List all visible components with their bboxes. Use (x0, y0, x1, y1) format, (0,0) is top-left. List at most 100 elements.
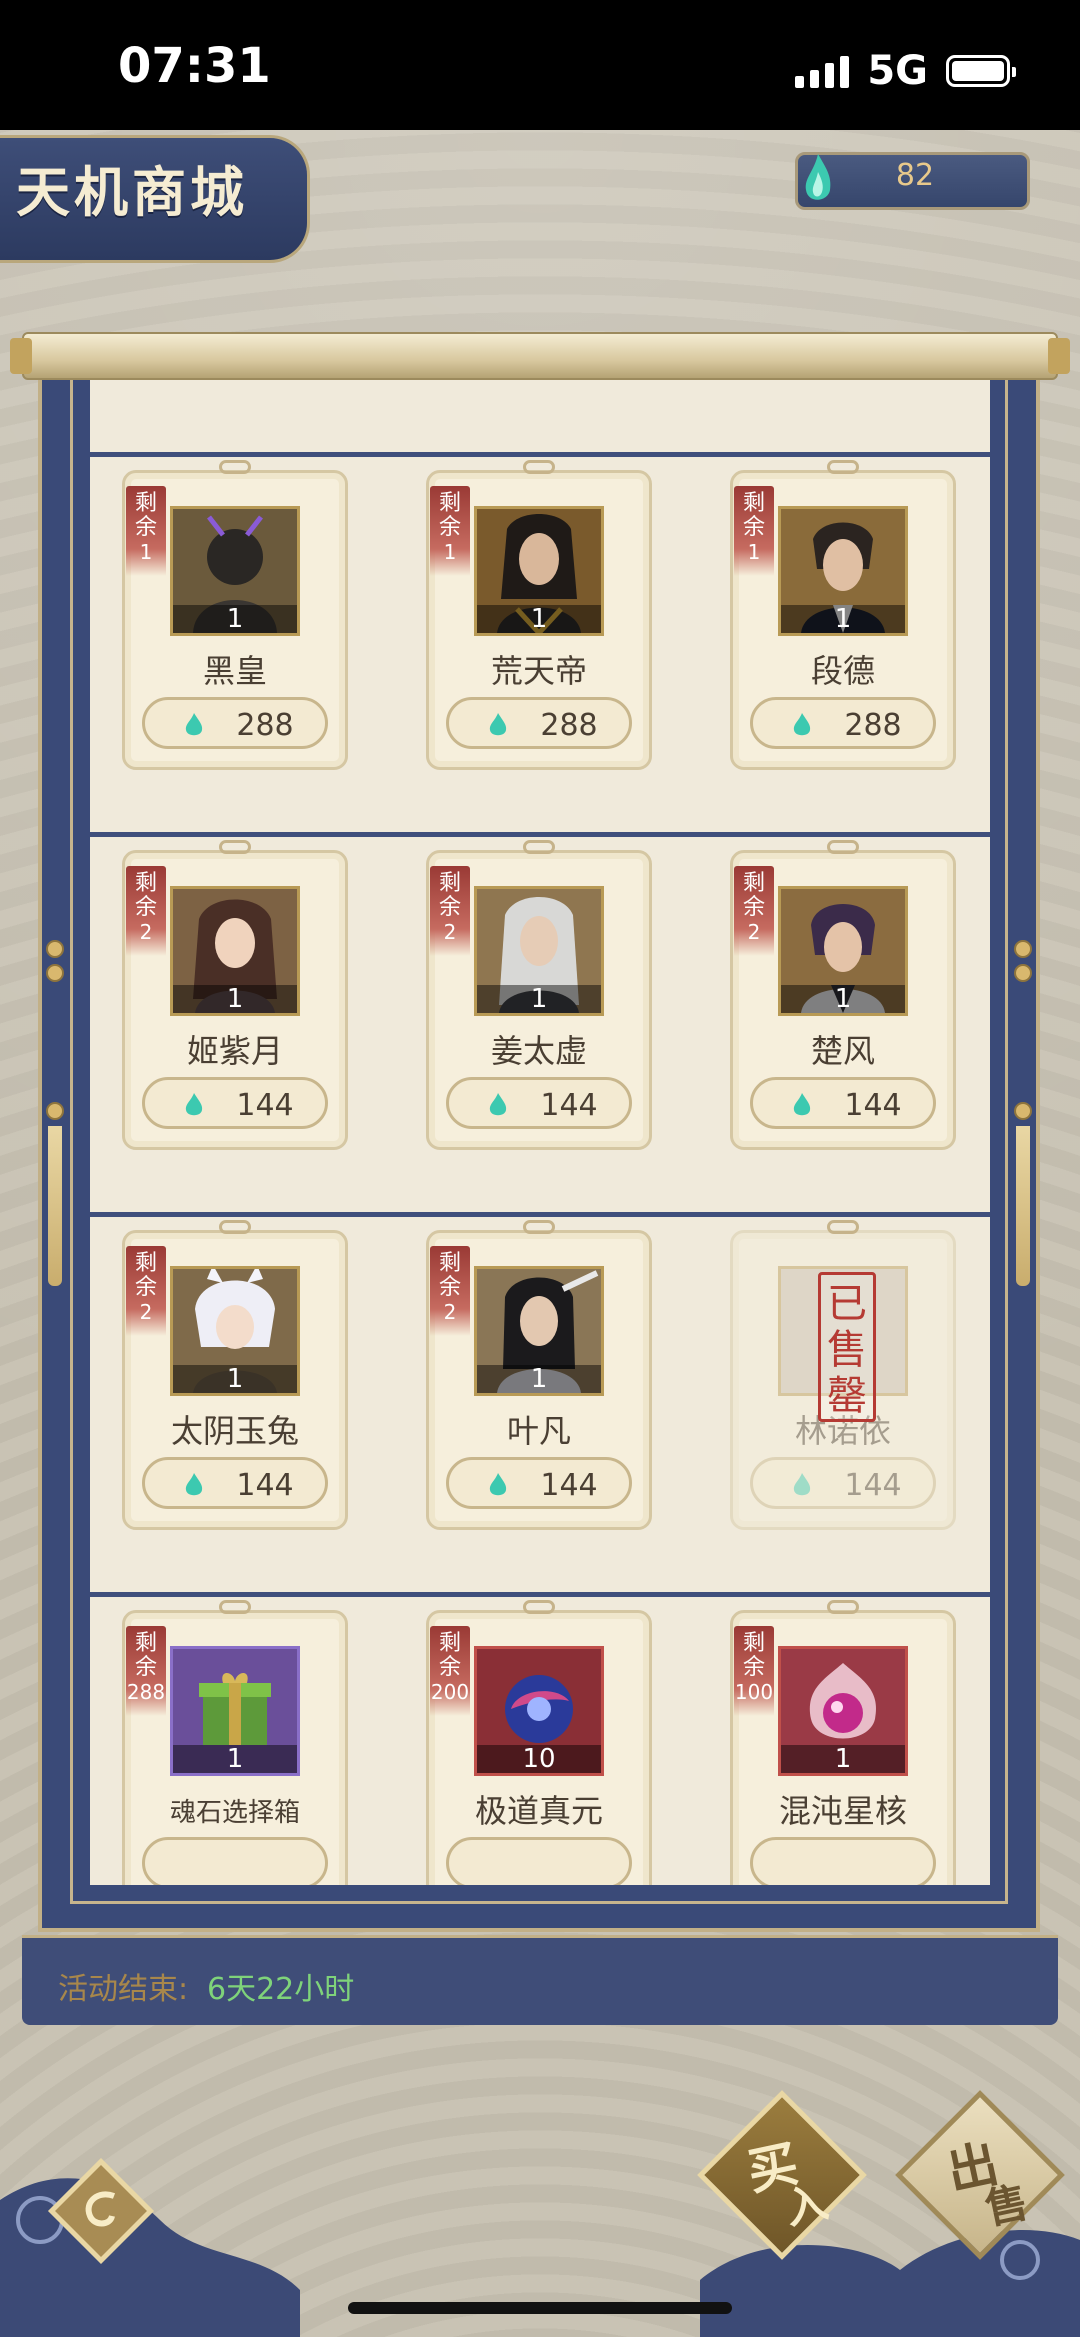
price-button[interactable]: 288 (142, 697, 328, 749)
knot-ornament (215, 1212, 255, 1242)
sell-button[interactable]: 出 售 (895, 2090, 1065, 2260)
shop-item-card[interactable]: 剩余 2 1 太阴玉兔 144 (122, 1220, 348, 1530)
item-portrait: 1 (170, 506, 300, 636)
knot-ornament (519, 452, 559, 482)
shop-item-card[interactable]: 剩余 2 1 楚风 144 (730, 840, 956, 1150)
item-portrait: 1 (170, 886, 300, 1016)
item-portrait: 1 (778, 1646, 908, 1776)
status-bar: 07:31 5G (0, 0, 1080, 130)
knot-ornament (215, 1592, 255, 1622)
spirit-flame-icon (185, 1093, 203, 1116)
network-type: 5G (867, 48, 928, 94)
battery-icon (946, 55, 1016, 87)
price-button[interactable]: 144 (446, 1457, 632, 1509)
shop-item-card[interactable]: 剩余 2 1 叶凡 144 (426, 1220, 652, 1530)
spirit-flame-icon (489, 1473, 507, 1496)
item-name: 混沌星核 (778, 1792, 907, 1830)
shop-item-card[interactable]: 剩余 2 1 姜太虚 144 (426, 840, 652, 1150)
price-button[interactable]: 144 (750, 1077, 936, 1129)
spirit-flame-icon (489, 1093, 507, 1116)
scroll-roller (22, 332, 1058, 380)
shop-item-card[interactable]: 剩余 2 1 姬紫月 144 (122, 840, 348, 1150)
status-time: 07:31 (118, 38, 271, 94)
item-name: 段德 (810, 652, 875, 690)
shop-item-card[interactable]: 剩余 288 1 魂石选择箱 (122, 1600, 348, 1885)
price-button[interactable] (142, 1837, 328, 1885)
item-portrait: 1 (474, 886, 604, 1016)
spirit-flame-icon (185, 1473, 203, 1496)
event-countdown: 6天22小时 (207, 1972, 355, 2007)
shop-item-card[interactable]: 剩余 200 10 极道真元 (426, 1600, 652, 1885)
remain-badge: 剩余 2 (126, 866, 166, 956)
knot-ornament (519, 1212, 559, 1242)
knot-ornament (215, 832, 255, 862)
remain-badge: 剩余 1 (430, 486, 470, 576)
remain-badge: 剩余 2 (126, 1246, 166, 1336)
remain-badge: 剩余 1 (734, 486, 774, 576)
item-name: 黑皇 (202, 652, 267, 690)
remain-badge: 剩余 288 (126, 1626, 166, 1716)
spirit-flame-icon (793, 713, 811, 736)
spirit-flame-icon (805, 154, 831, 200)
shop-item-card[interactable]: 剩余 100 1 混沌星核 (730, 1600, 956, 1885)
item-name: 姜太虚 (490, 1032, 587, 1070)
item-name: 叶凡 (506, 1412, 571, 1450)
item-portrait: 1 (778, 886, 908, 1016)
remain-badge: 剩余 2 (430, 1246, 470, 1336)
roller-cap-right (1048, 338, 1070, 374)
knot-ornament (823, 452, 863, 482)
remain-badge: 剩余 2 (734, 866, 774, 956)
price-button[interactable] (446, 1837, 632, 1885)
spirit-flame-icon (489, 713, 507, 736)
home-indicator[interactable] (348, 2302, 732, 2314)
roller-cap-left (10, 338, 32, 374)
price-button[interactable]: 144 (142, 1457, 328, 1509)
item-name: 极道真元 (474, 1792, 603, 1830)
remain-badge: 剩余 200 (430, 1626, 470, 1716)
remain-badge: 剩余 100 (734, 1626, 774, 1716)
price-button[interactable]: 288 (750, 697, 936, 749)
item-portrait: 1 (170, 1646, 300, 1776)
price-button[interactable]: 144 (446, 1077, 632, 1129)
price-button[interactable]: 144 (142, 1077, 328, 1129)
item-name: 姬紫月 (186, 1032, 283, 1070)
back-button[interactable] (40, 2150, 162, 2272)
knot-ornament (519, 832, 559, 862)
item-portrait: 1 (474, 506, 604, 636)
currency-value: 82 (895, 158, 935, 193)
item-portrait: 10 (474, 1646, 604, 1776)
shop-item-card[interactable]: 剩余 1 1 荒天帝 288 (426, 460, 652, 770)
signal-icon (795, 54, 850, 88)
item-name: 太阴玉兔 (170, 1412, 299, 1450)
item-name: 魂石选择箱 (169, 1798, 300, 1828)
spirit-flame-icon (793, 1093, 811, 1116)
item-portrait: 1 (170, 1266, 300, 1396)
buy-button[interactable]: 买 入 (697, 2090, 867, 2260)
remain-badge: 剩余 1 (126, 486, 166, 576)
shop-item-card[interactable]: 剩余 1 1 黑皇 288 (122, 460, 348, 770)
knot-ornament (823, 1212, 863, 1242)
item-name: 楚风 (810, 1032, 875, 1070)
spirit-flame-icon (793, 1473, 811, 1496)
item-name: 荒天帝 (490, 652, 587, 690)
item-portrait: 1 (778, 506, 908, 636)
shop-item-card[interactable]: 剩余 1 1 段德 288 (730, 460, 956, 770)
knot-ornament (215, 452, 255, 482)
event-end-label: 活动结束: (58, 1972, 189, 2007)
price-button[interactable]: 288 (446, 697, 632, 749)
price-button[interactable] (750, 1837, 936, 1885)
knot-ornament (519, 1592, 559, 1622)
status-icons: 5G (795, 48, 1016, 94)
right-tassel (1014, 940, 1032, 1310)
item-list[interactable]: 剩余 1 1 黑皇 288 剩余 1 1 荒天帝 288 剩余 1 1 段德 2… (90, 380, 990, 1885)
shop-item-card-sold-out: 林诺依 144 已售罄 (730, 1220, 956, 1530)
knot-ornament (823, 1592, 863, 1622)
remain-badge: 剩余 2 (430, 866, 470, 956)
knot-ornament (823, 832, 863, 862)
sold-out-stamp: 已售罄 (818, 1272, 876, 1422)
page-title: 天机商城 (16, 160, 248, 224)
price-button: 144 (750, 1457, 936, 1509)
spirit-flame-icon (185, 713, 203, 736)
left-tassel (46, 940, 64, 1310)
item-portrait: 1 (474, 1266, 604, 1396)
